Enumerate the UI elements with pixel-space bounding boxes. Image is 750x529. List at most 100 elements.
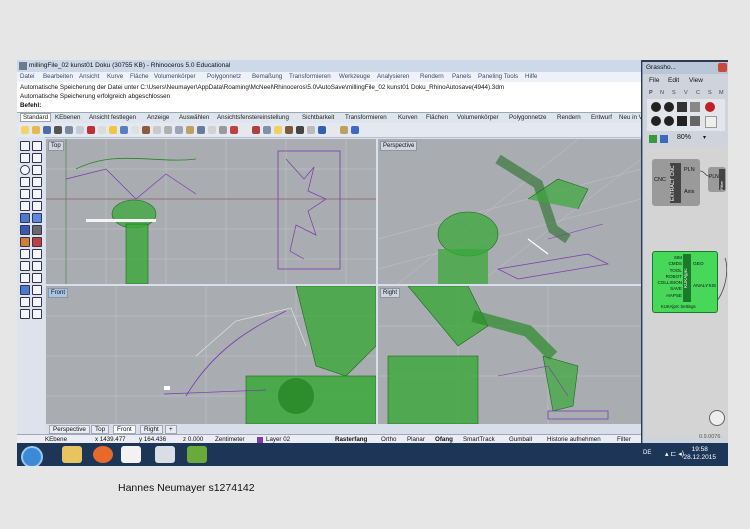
check-tool-icon[interactable] xyxy=(32,297,42,307)
mesh-tool-icon[interactable] xyxy=(20,225,30,235)
curve-tool-icon[interactable] xyxy=(20,189,30,199)
clipboard-icon[interactable] xyxy=(109,126,117,134)
gh-tab-s[interactable]: S xyxy=(672,90,676,96)
gh-comp-icon-7[interactable] xyxy=(664,116,674,126)
rectangle-tool-icon[interactable] xyxy=(20,177,30,187)
render-tool-icon[interactable] xyxy=(32,309,42,319)
zoom-extents-icon[interactable] xyxy=(186,126,194,134)
gh-comp-icon-3[interactable] xyxy=(677,102,687,112)
tab-polygonnetze[interactable]: Polygonnetze xyxy=(509,114,547,121)
gh-comp-icon-2[interactable] xyxy=(664,102,674,112)
pdf-viewer-icon[interactable] xyxy=(155,446,175,463)
polygon-tool-icon[interactable] xyxy=(32,177,42,187)
select-points-icon[interactable] xyxy=(20,141,30,151)
gh-comp-icon-8[interactable] xyxy=(677,116,687,126)
viewport-title-front[interactable]: Front xyxy=(48,288,69,298)
open-folder-icon[interactable] xyxy=(32,126,40,134)
zoom-selected-icon[interactable] xyxy=(197,126,205,134)
vp-tab-add[interactable]: + xyxy=(165,425,177,434)
menu-ansicht[interactable]: Ansicht xyxy=(79,73,99,80)
menu-werkzeuge[interactable]: Werkzeuge xyxy=(339,73,370,80)
status-osnap-toggle[interactable]: Ofang xyxy=(435,436,453,443)
menu-flaeche[interactable]: Fläche xyxy=(130,73,149,80)
move-tool-icon[interactable] xyxy=(20,261,30,271)
menu-kurve[interactable]: Kurve xyxy=(107,73,123,80)
gh-tab-s2[interactable]: S xyxy=(708,90,712,96)
gh-menu-view[interactable]: View xyxy=(689,77,703,84)
pan-hand-icon[interactable] xyxy=(142,126,150,134)
zoom-window-icon[interactable] xyxy=(175,126,183,134)
import-icon[interactable] xyxy=(65,126,73,134)
gh-comp-icon-10[interactable] xyxy=(705,116,717,128)
gh-navigation-compass-icon[interactable] xyxy=(709,410,725,426)
vp-tab-front[interactable]: Front xyxy=(113,425,136,434)
vp-tab-right[interactable]: Right xyxy=(140,425,163,434)
dimension-tool-icon[interactable] xyxy=(20,237,30,247)
gh-tab-m[interactable]: M xyxy=(719,90,724,96)
properties-icon[interactable] xyxy=(285,126,293,134)
rhino-taskbar-icon[interactable] xyxy=(121,446,141,463)
join-tool-icon[interactable] xyxy=(32,249,42,259)
chevron-down-icon[interactable]: ▾ xyxy=(703,134,706,141)
gh-tab-n[interactable]: N xyxy=(660,90,664,96)
gh-comp-icon-4[interactable] xyxy=(690,102,700,112)
menu-rendern[interactable]: Rendern xyxy=(420,73,444,80)
language-indicator[interactable]: DE xyxy=(643,450,651,456)
tab-volumenkoerper[interactable]: Volumenkörper xyxy=(457,114,499,121)
system-clock[interactable]: 19:58 28.12.2015 xyxy=(683,446,716,462)
light-bulb-icon[interactable] xyxy=(274,126,282,134)
paste-icon[interactable] xyxy=(98,126,106,134)
cut-icon[interactable] xyxy=(87,126,95,134)
tab-sichtbarkeit[interactable]: Sichtbarkeit xyxy=(302,114,334,121)
menu-hilfe[interactable]: Hilfe xyxy=(525,73,537,80)
circle-tool-icon[interactable] xyxy=(20,165,30,175)
mirror-tool-icon[interactable] xyxy=(32,285,42,295)
options-icon[interactable] xyxy=(329,126,337,134)
copy-tool-icon[interactable] xyxy=(32,261,42,271)
save-icon[interactable] xyxy=(660,135,668,143)
open-file-icon[interactable] xyxy=(649,135,657,143)
status-filter-toggle[interactable]: Filter xyxy=(617,436,631,443)
gh-menu-file[interactable]: File xyxy=(649,77,659,84)
viewport-front[interactable]: Front xyxy=(46,286,376,424)
tab-transformieren[interactable]: Transformieren xyxy=(345,114,387,121)
point-icon[interactable] xyxy=(252,126,260,134)
shade-icon[interactable] xyxy=(307,126,315,134)
status-history-toggle[interactable]: Historie aufnehmen xyxy=(547,436,601,443)
gh-comp-icon-6[interactable] xyxy=(651,116,661,126)
print-icon[interactable] xyxy=(54,126,62,134)
viewport-right[interactable]: Right xyxy=(378,286,641,424)
menu-datei[interactable]: Datei xyxy=(20,73,34,80)
grasshopper-titlebar[interactable]: Grassho... xyxy=(643,62,728,74)
sphere-icon[interactable] xyxy=(318,126,326,134)
trim-tool-icon[interactable] xyxy=(32,237,42,247)
split-tool-icon[interactable] xyxy=(20,249,30,259)
zoom-icon[interactable] xyxy=(164,126,172,134)
status-smarttrack-toggle[interactable]: SmartTrack xyxy=(463,436,495,443)
gh-component-kukaprc[interactable]: SIM CMDS TOOL ROBOT COLLISION SAVE HAPSE… xyxy=(652,251,718,313)
rotate-tool-icon[interactable] xyxy=(20,273,30,283)
vp-tab-top[interactable]: Top xyxy=(91,425,110,434)
grid-tool-icon[interactable] xyxy=(20,297,30,307)
layer-icon[interactable] xyxy=(263,126,271,134)
gh-tab-params[interactable]: P xyxy=(649,90,653,96)
viewport-title-right[interactable]: Right xyxy=(380,288,401,298)
select-icon[interactable] xyxy=(131,126,139,134)
gh-tab-c[interactable]: C xyxy=(696,90,700,96)
boolean-tool-icon[interactable] xyxy=(32,225,42,235)
command-prompt[interactable]: Befehl: xyxy=(20,102,41,109)
system-tray-icons[interactable]: ▴ ⊏ ◂) xyxy=(665,450,684,458)
render-icon[interactable] xyxy=(296,126,304,134)
tab-kebenen[interactable]: KEbenen xyxy=(55,114,80,121)
viewport-title-top[interactable]: Top xyxy=(48,141,64,151)
vp-tab-perspective[interactable]: Perspective xyxy=(49,425,90,434)
menu-bemassung[interactable]: Bemaßung xyxy=(252,73,282,80)
gh-comp-icon-9[interactable] xyxy=(690,116,700,126)
status-layer[interactable]: KEbene xyxy=(45,436,67,443)
rotate-view-icon[interactable] xyxy=(153,126,161,134)
fillet-tool-icon[interactable] xyxy=(32,189,42,199)
scale-tool-icon[interactable] xyxy=(32,273,42,283)
status-snap-toggle[interactable]: Rasterfang xyxy=(335,436,367,443)
point-tool-icon[interactable] xyxy=(32,141,42,151)
new-file-icon[interactable] xyxy=(21,126,29,134)
